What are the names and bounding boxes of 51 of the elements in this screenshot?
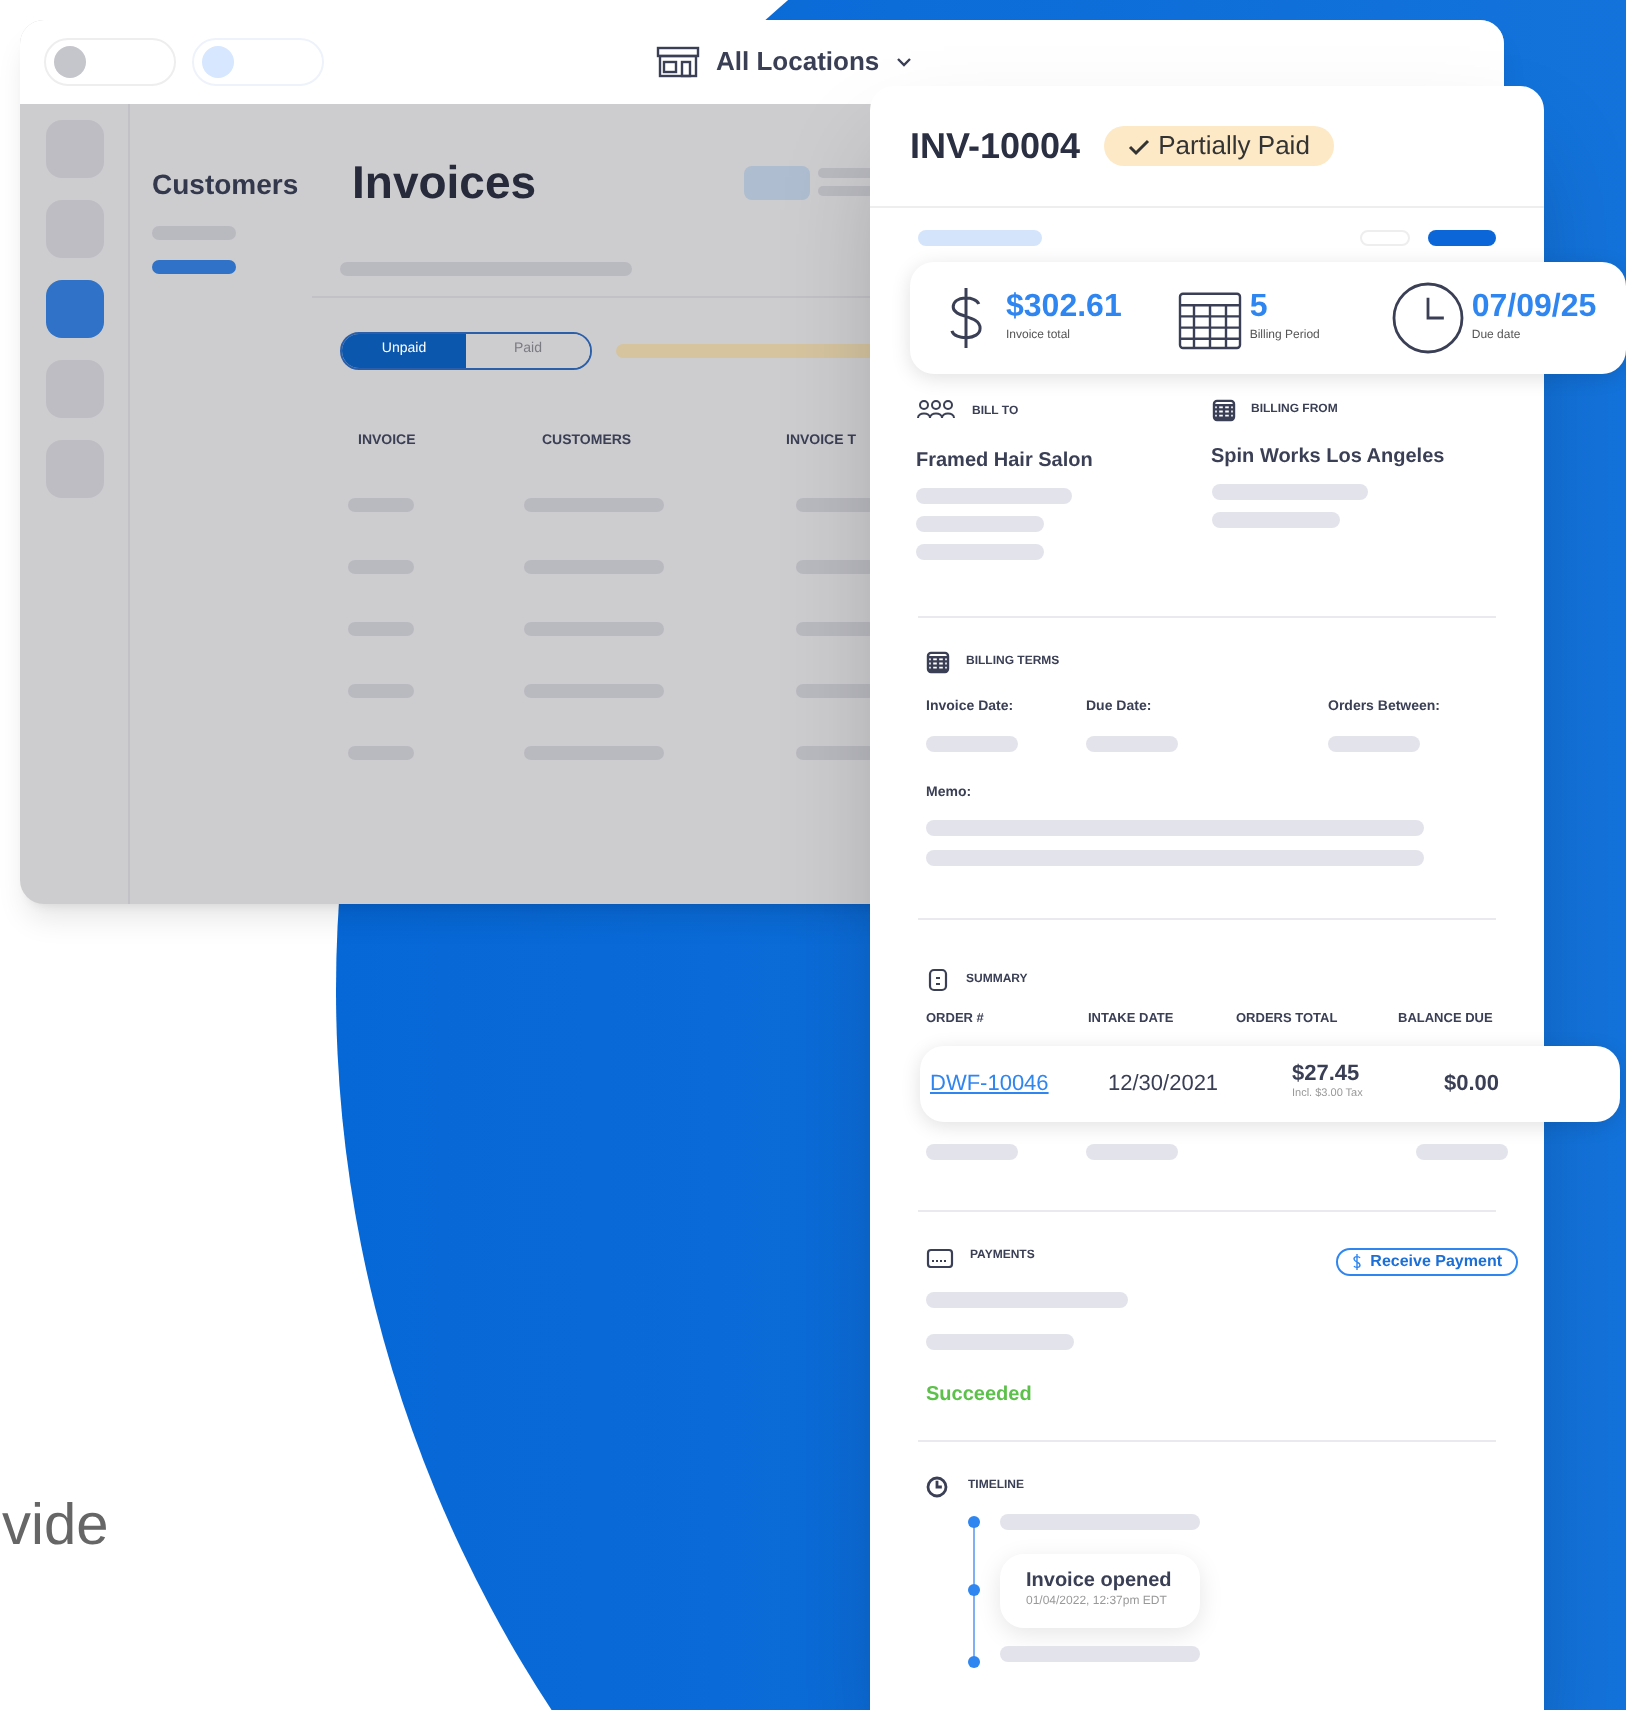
- table-cell-text: 12/30/2021: [1108, 1069, 1221, 1099]
- placeholder-bar: [1086, 735, 1178, 751]
- clock-icon: [926, 1475, 948, 1498]
- placeholder-bar: [796, 684, 876, 698]
- table-cell-text: $0.00: [1442, 1069, 1502, 1099]
- stat-value: $302.61: [1006, 291, 1122, 323]
- placeholder-bar: [926, 735, 1018, 751]
- location-selector[interactable]: All Locations: [656, 42, 912, 82]
- placeholder-bar: [1086, 1143, 1178, 1160]
- payment-status: Succeeded: [926, 1381, 1034, 1410]
- chevron-down-icon: [895, 56, 912, 68]
- party-name: Spin Works Los Angeles: [1211, 444, 1447, 472]
- document-icon: [926, 968, 950, 992]
- party-name: Framed Hair Salon: [916, 448, 1095, 476]
- toggle-pill[interactable]: [192, 38, 324, 86]
- calendar-icon: [1211, 398, 1235, 422]
- placeholder-bar: [1211, 512, 1339, 528]
- toggle-pill[interactable]: [44, 38, 176, 86]
- event-title: Invoice opened: [1026, 1569, 1174, 1595]
- dollar-icon: [1352, 1253, 1363, 1270]
- placeholder-block: [744, 165, 811, 200]
- placeholder-bar: [916, 544, 1044, 560]
- placeholder-bar: [926, 1143, 1018, 1160]
- placeholder-bar: [918, 230, 1042, 246]
- card-icon: [926, 1247, 954, 1268]
- table-cell-text: $27.45: [1292, 1064, 1362, 1087]
- stat-value: 5: [1249, 291, 1270, 323]
- placeholder-bar: [796, 498, 876, 512]
- calendar-icon: [926, 650, 950, 674]
- storefront-icon: [656, 46, 700, 78]
- placeholder-bar: [796, 622, 876, 636]
- calendar-icon: [1177, 286, 1242, 350]
- placeholder-bar: [1328, 735, 1420, 751]
- subnav-item[interactable]: [152, 260, 236, 274]
- checkmark-icon: [1128, 137, 1151, 155]
- clock-icon: [1391, 282, 1464, 354]
- placeholder-bar: [818, 186, 875, 197]
- rail-item[interactable]: [45, 280, 103, 338]
- stat-value: 07/09/25: [1471, 291, 1597, 323]
- background-text: vide: [2, 1492, 109, 1562]
- placeholder-bar: [916, 516, 1044, 532]
- receive-payment-button[interactable]: Receive Payment: [1336, 1247, 1518, 1276]
- page-title: Invoices: [352, 154, 537, 212]
- placeholder-bar: [1416, 1143, 1508, 1160]
- order-link[interactable]: DWF-10046: [930, 1067, 1108, 1100]
- invoice-id: INV-10004: [910, 123, 1081, 169]
- subnav-title: Customers: [152, 166, 301, 204]
- status-badge: Partially Paid: [1104, 126, 1334, 166]
- placeholder-bar: [796, 746, 876, 760]
- placeholder-bar: [1428, 230, 1496, 246]
- placeholder-bar: [796, 560, 876, 574]
